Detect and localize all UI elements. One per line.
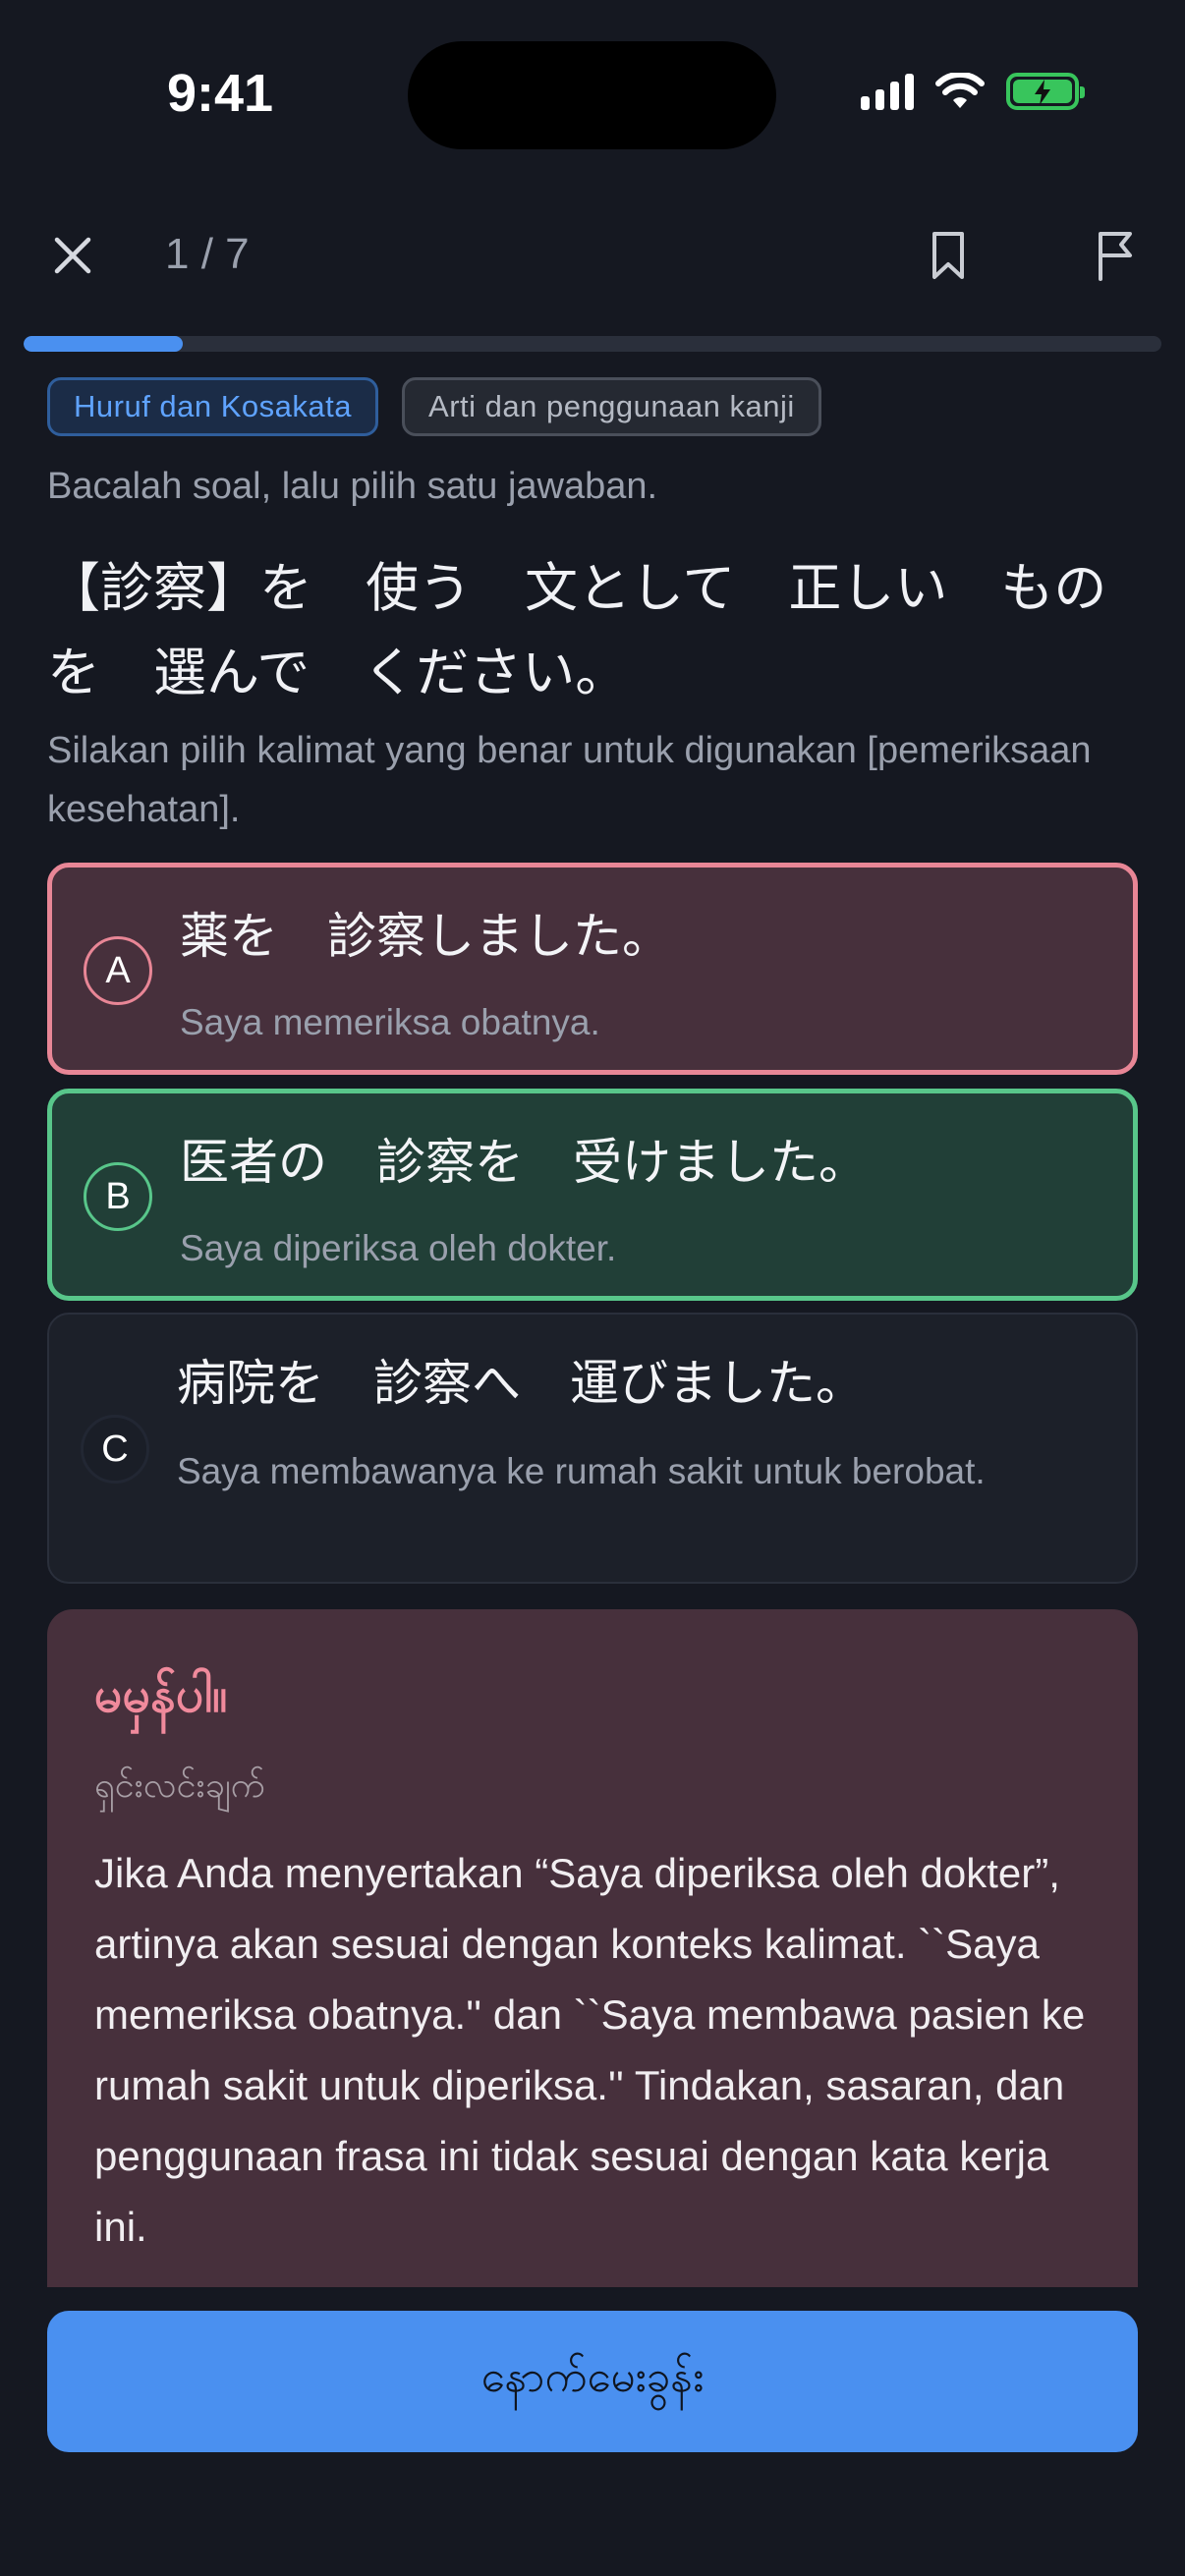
category-tag: Huruf dan Kosakata	[47, 377, 379, 436]
option-text: 薬を 診察しました。	[180, 908, 671, 965]
bookmark-button[interactable]	[919, 224, 978, 287]
close-icon	[54, 237, 91, 274]
explanation-body: Jika Anda menyertakan “Saya diperiksa ol…	[94, 1850, 1086, 2250]
battery-charging-icon	[1006, 73, 1085, 110]
quiz-header: 1 / 7	[0, 196, 1185, 314]
option-letter-badge: A	[84, 936, 152, 1005]
close-button[interactable]	[43, 226, 102, 285]
quiz-progress-bar	[24, 336, 1161, 352]
question-translation: Silakan pilih kalimat yang benar untuk d…	[47, 730, 1092, 830]
option-text: 医者の 診察を 受けました。	[180, 1134, 868, 1191]
question-text: 【診察】を 使う 文として 正しい ものを 選んで ください。	[47, 557, 1107, 703]
status-icons	[861, 71, 1085, 110]
answer-option-b[interactable]: B 医者の 診察を 受けました。 Saya diperiksa oleh dok…	[47, 1089, 1138, 1301]
instruction-text: Bacalah soal, lalu pilih satu jawaban.	[47, 466, 658, 507]
status-bar: 9:41	[0, 0, 1185, 187]
explanation-card[interactable]: မမှန်ပါ။ ရှင်းလင်းချက် Jika Anda menyert…	[47, 1609, 1138, 2287]
report-flag-button[interactable]	[1086, 224, 1145, 287]
option-text: 病院を 診察へ 運びました。	[177, 1355, 865, 1412]
bookmark-icon	[932, 232, 964, 279]
status-time: 9:41	[167, 64, 274, 123]
explanation-label: ရှင်းလင်းချက်	[94, 1764, 265, 1805]
wifi-icon	[935, 73, 985, 108]
option-translation: Saya memeriksa obatnya.	[180, 1002, 600, 1042]
quiz-progress-fill	[24, 336, 184, 352]
option-letter-badge: B	[84, 1162, 152, 1231]
cellular-signal-icon	[861, 71, 914, 110]
result-title: မမှန်ပါ။	[94, 1667, 228, 1722]
next-question-button[interactable]: နောက်မေးခွန်း	[47, 2311, 1138, 2452]
question-counter: 1 / 7	[165, 230, 250, 278]
flag-icon	[1099, 232, 1132, 281]
category-tags: Huruf dan Kosakata Arti dan penggunaan k…	[47, 377, 821, 436]
dynamic-island	[408, 41, 776, 149]
answer-option-c[interactable]: C 病院を 診察へ 運びました。 Saya membawanya ke ruma…	[47, 1313, 1138, 1584]
subcategory-tag: Arti dan penggunaan kanji	[402, 377, 821, 436]
answer-option-a[interactable]: A 薬を 診察しました。 Saya memeriksa obatnya.	[47, 863, 1138, 1075]
option-translation: Saya membawanya ke rumah sakit untuk ber…	[177, 1451, 986, 1491]
option-translation: Saya diperiksa oleh dokter.	[180, 1228, 617, 1268]
option-letter-badge: C	[81, 1415, 149, 1484]
